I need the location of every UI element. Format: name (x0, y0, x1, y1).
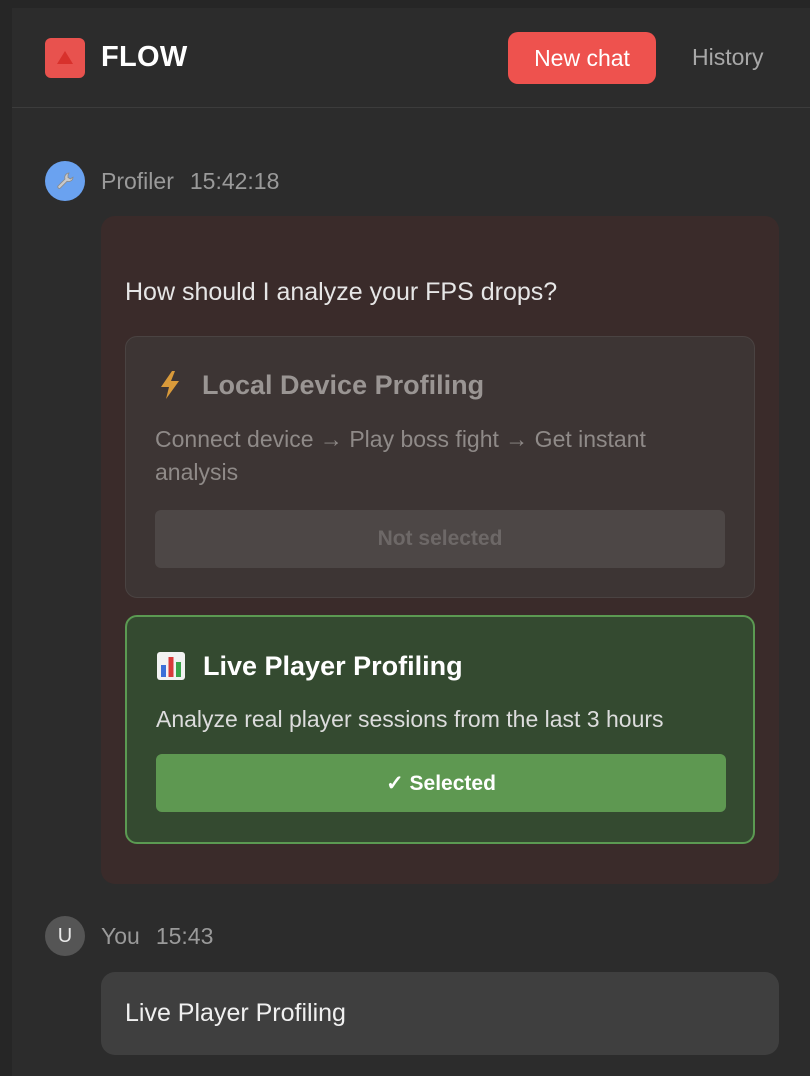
option-live-player-profiling[interactable]: Live Player Profiling Analyze real playe… (125, 615, 755, 844)
new-chat-button[interactable]: New chat (508, 32, 656, 84)
bot-message-bubble: How should I analyze your FPS drops? Loc… (101, 216, 779, 884)
option-title-row: Local Device Profiling (154, 369, 484, 401)
sender-name: Profiler (101, 167, 174, 194)
app-title: FLOW (101, 41, 188, 73)
app-logo (45, 38, 85, 78)
option-description: Connect device → Play boss fight → Get i… (155, 426, 646, 485)
app-header: FLOW New chat History (12, 8, 810, 108)
not-selected-button[interactable]: Not selected (155, 510, 725, 568)
question-text: How should I analyze your FPS drops? (125, 278, 558, 306)
top-strip (0, 0, 810, 8)
message-time: 15:42:18 (189, 167, 280, 194)
option-title: Local Device Profiling (202, 369, 485, 400)
warning-triangle-icon (57, 51, 73, 64)
user-message-text: Live Player Profiling (125, 999, 346, 1027)
left-rail (0, 0, 12, 1076)
user-avatar: U (45, 916, 85, 956)
lightning-icon (154, 369, 186, 401)
sender-name: You (101, 922, 140, 949)
chat-app: FLOW New chat History Profiler 15:42:18 … (0, 0, 810, 1076)
wrench-icon (57, 172, 74, 189)
profiler-avatar (45, 161, 85, 201)
message-time: 15:43 (155, 922, 214, 949)
user-message-header: U You 15:43 (45, 916, 213, 956)
selected-button[interactable]: ✓ Selected (156, 754, 726, 812)
history-link[interactable]: History (692, 44, 764, 71)
bot-message-header: Profiler 15:42:18 (45, 161, 279, 201)
user-message-bubble: Live Player Profiling (101, 972, 779, 1055)
option-title: Live Player Profiling (203, 650, 463, 681)
option-title-row: Live Player Profiling (155, 650, 463, 682)
option-local-device-profiling[interactable]: Local Device Profiling Connect device → … (125, 336, 755, 598)
bar-chart-icon (155, 650, 187, 682)
option-description: Analyze real player sessions from the la… (156, 706, 664, 732)
